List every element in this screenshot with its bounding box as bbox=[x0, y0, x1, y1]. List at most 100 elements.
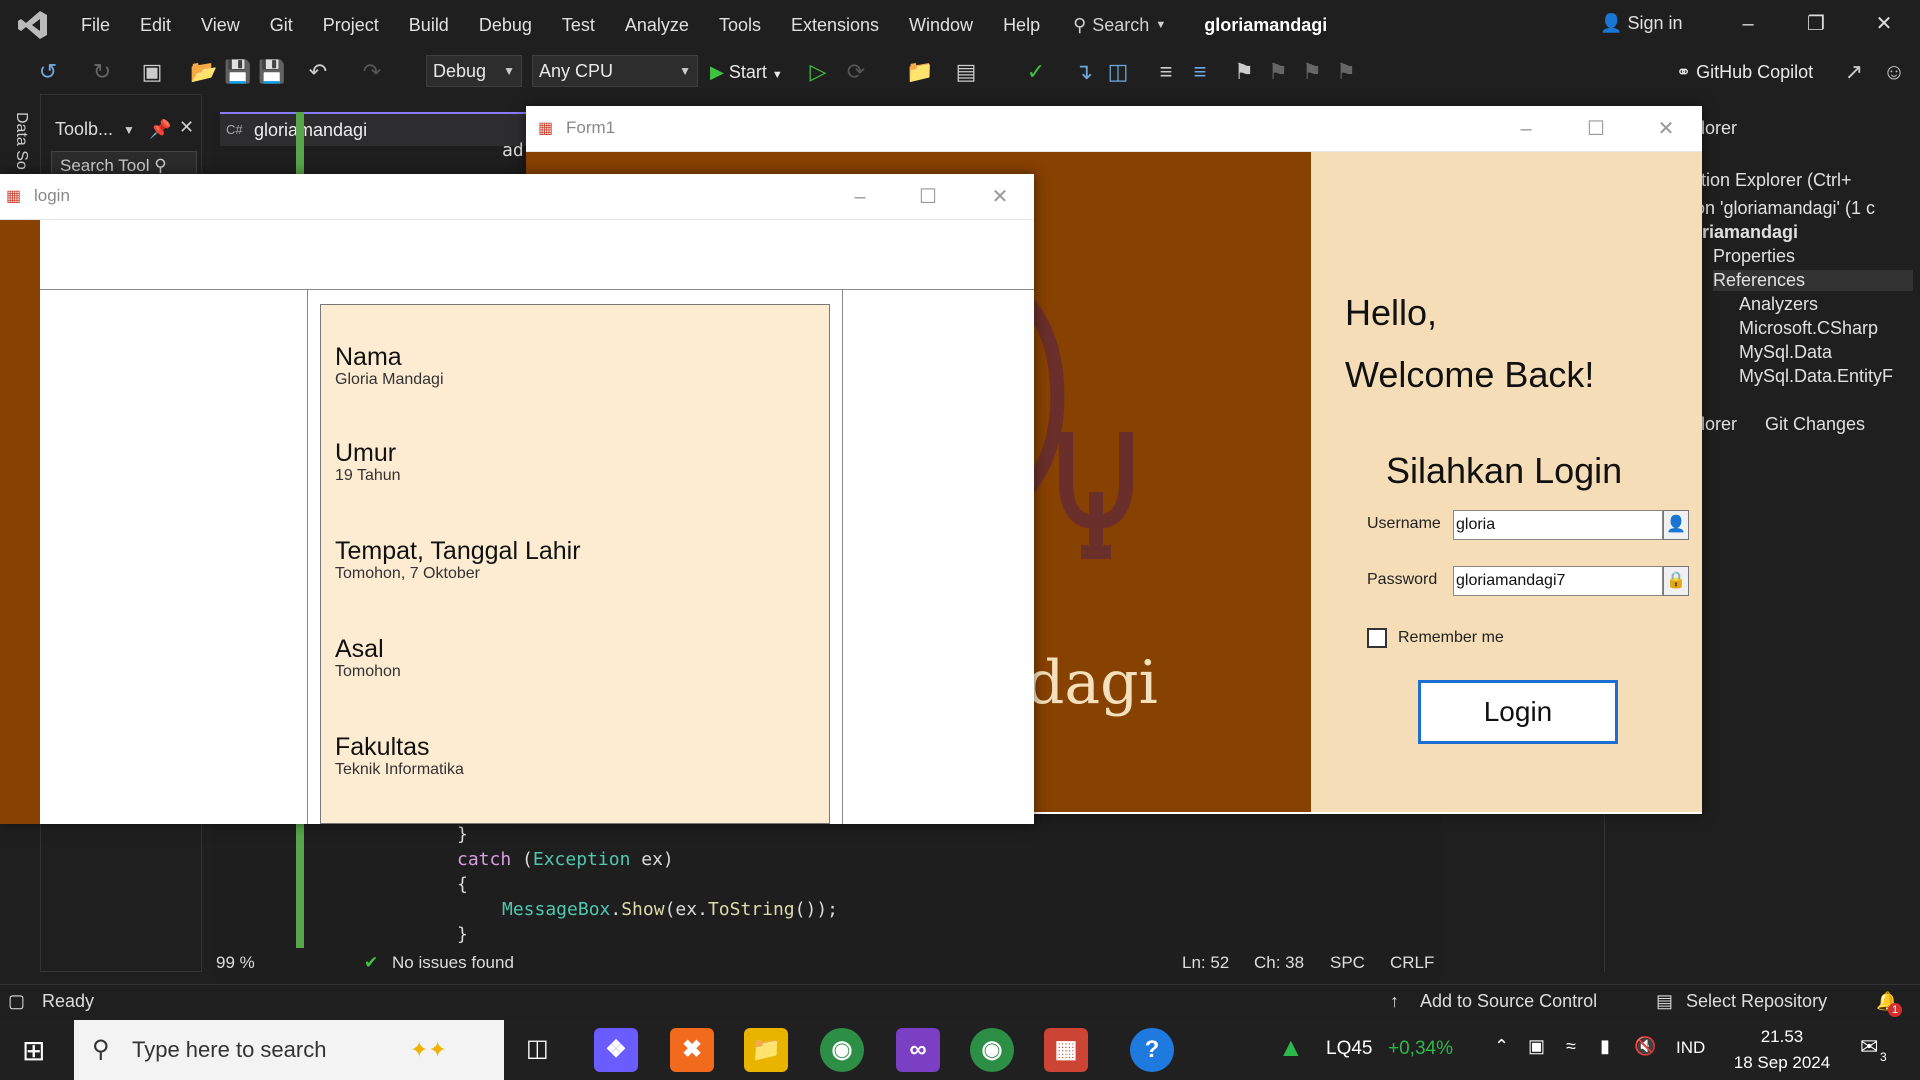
save-icon[interactable]: 💾 bbox=[224, 58, 252, 86]
winforms-app-icon[interactable]: ▦ bbox=[1044, 1028, 1088, 1072]
feedback-icon[interactable]: ☺ bbox=[1880, 58, 1908, 86]
close-button[interactable]: ✕ bbox=[1854, 0, 1914, 50]
form1-close-button[interactable]: ✕ bbox=[1646, 114, 1686, 144]
uncomment-icon[interactable]: ≡ bbox=[1186, 58, 1214, 86]
start-button[interactable]: ▶ Start ▼ bbox=[710, 58, 783, 89]
copilot-button[interactable]: ⚭ GitHub Copilot bbox=[1676, 58, 1813, 86]
next-bookmark-icon[interactable]: ⚑ bbox=[1298, 58, 1326, 86]
step-icon[interactable]: ↴ bbox=[1070, 58, 1098, 86]
comment-icon[interactable]: ≡ bbox=[1152, 58, 1180, 86]
login-minimize-button[interactable]: – bbox=[840, 182, 880, 212]
password-input[interactable]: gloriamandagi7 bbox=[1453, 566, 1663, 596]
visual-studio-logo-icon[interactable] bbox=[0, 0, 66, 50]
menu-view[interactable]: View bbox=[186, 0, 255, 50]
minimize-button[interactable]: – bbox=[1718, 0, 1778, 50]
tree-item[interactable]: References bbox=[1713, 270, 1913, 291]
configuration-select[interactable]: Debug ▼ bbox=[426, 55, 522, 87]
tree-item[interactable]: MySql.Data.EntityF bbox=[1739, 366, 1893, 387]
tab-git-changes[interactable]: Git Changes bbox=[1765, 414, 1865, 435]
search-box[interactable]: ⚲ Search ▼ bbox=[1073, 15, 1166, 36]
menu-analyze[interactable]: Analyze bbox=[610, 0, 704, 50]
forward-icon[interactable]: ↻ bbox=[88, 58, 116, 86]
menu-git[interactable]: Git bbox=[255, 0, 308, 50]
chevron-down-icon[interactable]: ▼ bbox=[123, 123, 135, 137]
line-number[interactable]: Ln: 52 bbox=[1182, 948, 1229, 978]
visual-studio-app-icon[interactable]: ∞ bbox=[896, 1028, 940, 1072]
remember-me-label[interactable]: Remember me bbox=[1398, 629, 1504, 647]
login-titlebar[interactable]: ▦ login – ☐ ✕ bbox=[0, 174, 1034, 220]
undo-icon[interactable]: ↶ bbox=[304, 58, 332, 86]
whitespace-mode[interactable]: SPC bbox=[1330, 948, 1365, 978]
line-ending[interactable]: CRLF bbox=[1390, 948, 1434, 978]
clock[interactable]: 21.53 18 Sep 2024 bbox=[1730, 1024, 1834, 1076]
tab-gloriamandagi[interactable]: C# gloriamandagi bbox=[220, 112, 536, 146]
tree-item[interactable]: Properties bbox=[1713, 246, 1795, 267]
tree-item[interactable]: oriamandagi bbox=[1691, 222, 1798, 243]
start-without-debug-icon[interactable]: ▷ bbox=[804, 58, 832, 86]
taskbar-search-input[interactable]: ⚲ Type here to search ✦✦ bbox=[74, 1020, 504, 1080]
form1-titlebar[interactable]: ▦ Form1 – ☐ ✕ bbox=[526, 106, 1702, 152]
menu-tools[interactable]: Tools bbox=[704, 0, 776, 50]
open-folder-icon[interactable]: 📂 bbox=[190, 58, 218, 86]
tree-item[interactable]: Microsoft.CSharp bbox=[1739, 318, 1878, 339]
chrome-app-icon-2[interactable]: ◉ bbox=[970, 1028, 1014, 1072]
battery-icon[interactable]: ▮ bbox=[1600, 1036, 1610, 1057]
zoom-level[interactable]: 99 % bbox=[216, 948, 255, 978]
xampp-app-icon[interactable]: ✖ bbox=[670, 1028, 714, 1072]
bookmark-icon[interactable]: ⚑ bbox=[1230, 58, 1258, 86]
menu-project[interactable]: Project bbox=[308, 0, 394, 50]
menu-edit[interactable]: Edit bbox=[125, 0, 186, 50]
menu-help[interactable]: Help bbox=[988, 0, 1055, 50]
menu-build[interactable]: Build bbox=[394, 0, 464, 50]
task-view-icon[interactable]: ◫ bbox=[526, 1034, 549, 1063]
back-icon[interactable]: ↺ bbox=[34, 58, 62, 86]
form1-maximize-button[interactable]: ☐ bbox=[1576, 114, 1616, 144]
remember-me-checkbox[interactable] bbox=[1367, 628, 1387, 648]
select-repository[interactable]: Select Repository bbox=[1686, 991, 1827, 1012]
prev-bookmark-icon[interactable]: ⚑ bbox=[1264, 58, 1292, 86]
menu-debug[interactable]: Debug bbox=[464, 0, 547, 50]
clear-bookmark-icon[interactable]: ⚑ bbox=[1332, 58, 1360, 86]
restore-button[interactable]: ❐ bbox=[1786, 0, 1846, 50]
add-to-source-control[interactable]: Add to Source Control bbox=[1420, 991, 1597, 1012]
menu-file[interactable]: File bbox=[66, 0, 125, 50]
login-close-button[interactable]: ✕ bbox=[980, 182, 1020, 212]
ticker-change[interactable]: +0,34% bbox=[1388, 1038, 1453, 1060]
login-maximize-button[interactable]: ☐ bbox=[908, 182, 948, 212]
help-app-icon[interactable]: ? bbox=[1130, 1028, 1174, 1072]
compare-icon[interactable]: ◫ bbox=[1104, 58, 1132, 86]
tree-item[interactable]: Analyzers bbox=[1739, 294, 1818, 315]
tree-item[interactable]: MySql.Data bbox=[1739, 342, 1832, 363]
chevron-up-icon[interactable]: ⌃ bbox=[1494, 1036, 1509, 1057]
menu-test[interactable]: Test bbox=[547, 0, 610, 50]
new-project-icon[interactable]: ▣ bbox=[138, 58, 166, 86]
hot-reload-icon[interactable]: ⟳ bbox=[842, 58, 870, 86]
solution-explorer-search[interactable]: ution Explorer (Ctrl+ bbox=[1691, 170, 1852, 191]
layout-icon[interactable]: ▤ bbox=[952, 58, 980, 86]
login-button[interactable]: Login bbox=[1418, 680, 1618, 744]
menu-extensions[interactable]: Extensions bbox=[776, 0, 894, 50]
redo-icon[interactable]: ↷ bbox=[358, 58, 386, 86]
chrome-app-icon[interactable]: ◉ bbox=[820, 1028, 864, 1072]
ticker-name[interactable]: LQ45 bbox=[1326, 1038, 1372, 1060]
issues-status[interactable]: No issues found bbox=[392, 948, 514, 978]
sign-in-button[interactable]: 👤 Sign in bbox=[1600, 0, 1682, 50]
display-icon[interactable]: ▣ bbox=[1528, 1036, 1545, 1057]
tree-item[interactable]: ion 'gloriamandagi' (1 c bbox=[1691, 198, 1875, 219]
pin-icon[interactable]: 📌 bbox=[149, 119, 171, 140]
platform-select[interactable]: Any CPU ▼ bbox=[532, 55, 698, 87]
share-icon[interactable]: ↗ bbox=[1840, 58, 1868, 86]
close-icon[interactable]: ✕ bbox=[179, 117, 194, 138]
input-language[interactable]: IND bbox=[1676, 1038, 1705, 1058]
wifi-icon[interactable]: ≈ bbox=[1566, 1036, 1576, 1057]
data-sources-tab[interactable]: Data So bbox=[12, 112, 30, 170]
notification-center-icon[interactable]: ✉ bbox=[1860, 1034, 1878, 1060]
username-input[interactable]: gloria bbox=[1453, 510, 1663, 540]
copilot-app-icon[interactable]: ❖ bbox=[594, 1028, 638, 1072]
menu-window[interactable]: Window bbox=[894, 0, 988, 50]
form1-minimize-button[interactable]: – bbox=[1506, 114, 1546, 144]
speaker-muted-icon[interactable]: 🔇 bbox=[1634, 1036, 1656, 1057]
column-number[interactable]: Ch: 38 bbox=[1254, 948, 1304, 978]
file-explorer-icon[interactable]: 📁 bbox=[744, 1028, 788, 1072]
save-all-icon[interactable]: 💾 bbox=[258, 58, 286, 86]
